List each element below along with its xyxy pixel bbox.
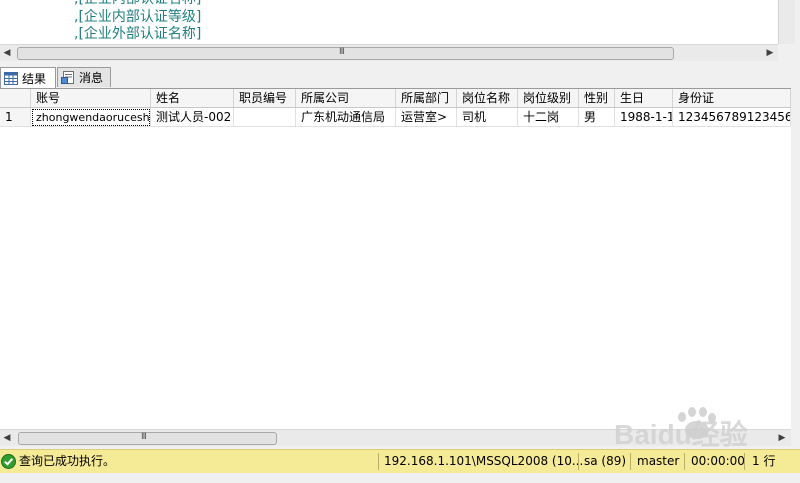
table-cell[interactable]: 12345678912345678 [673, 108, 791, 127]
status-separator [630, 453, 631, 470]
scrollbar-thumb[interactable]: III [17, 47, 674, 60]
success-check-icon [1, 454, 16, 469]
tab-messages-label: 消息 [79, 71, 104, 85]
scroll-left-icon[interactable]: ◀ [1, 47, 13, 59]
scroll-right-icon[interactable]: ▶ [776, 432, 788, 444]
column-header[interactable]: 身份证 [673, 89, 791, 107]
scroll-left-icon[interactable]: ◀ [1, 432, 13, 444]
status-bar: 查询已成功执行。 192.168.1.101\MSSQL2008 (10... … [0, 449, 800, 473]
results-tabs: 结果 消息 [0, 67, 800, 88]
tab-results-label: 结果 [22, 71, 47, 86]
column-header[interactable]: 账号 [31, 89, 151, 107]
table-cell[interactable]: 十二岗 [518, 108, 579, 127]
column-header[interactable]: 所属部门 [396, 89, 457, 107]
scrollbar-grip: III [339, 47, 345, 57]
table-row[interactable]: 1 zhongwendaoruceshi 测试人员-002 广东机动通信局 运营… [0, 108, 791, 127]
column-header[interactable]: 岗位名称 [457, 89, 518, 107]
code-line: ,[企业外部认证名称] [74, 26, 202, 42]
column-header[interactable]: 职员编号 [234, 89, 296, 107]
status-separator [684, 453, 685, 470]
tab-messages[interactable]: 消息 [57, 67, 111, 87]
message-icon [61, 71, 74, 84]
row-number[interactable]: 1 [0, 108, 31, 127]
column-header[interactable]: 姓名 [151, 89, 234, 107]
grid-header: 账号 姓名 职员编号 所属公司 所属部门 岗位名称 岗位级别 性别 生日 身份证 [0, 89, 791, 108]
status-separator [578, 453, 579, 470]
scrollbar-thumb[interactable]: III [18, 432, 277, 445]
status-elapsed: 00:00:00 [691, 454, 745, 468]
scroll-right-icon[interactable]: ▶ [764, 47, 776, 59]
table-cell[interactable]: 广东机动通信局 [296, 108, 396, 127]
status-separator [744, 453, 745, 470]
grid-vertical-scrollbar[interactable] [791, 88, 800, 445]
results-grid[interactable]: 账号 姓名 职员编号 所属公司 所属部门 岗位名称 岗位级别 性别 生日 身份证… [0, 88, 791, 430]
table-cell[interactable]: 运营室> [396, 108, 457, 127]
table-cell[interactable]: 司机 [457, 108, 518, 127]
status-row-count: 1 行 [752, 454, 776, 468]
status-server: 192.168.1.101\MSSQL2008 (10... [384, 454, 584, 468]
scrollbar-grip: III [141, 432, 147, 442]
column-header[interactable]: 岗位级别 [518, 89, 579, 107]
code-line: ,[企业内部认证等级] [74, 9, 202, 25]
column-header[interactable]: 生日 [615, 89, 673, 107]
table-cell[interactable] [234, 108, 296, 127]
column-header[interactable]: 所属公司 [296, 89, 396, 107]
table-cell[interactable]: 测试人员-002 [151, 108, 234, 127]
status-message: 查询已成功执行。 [19, 454, 116, 468]
row-number-header [0, 89, 31, 107]
table-cell[interactable]: zhongwendaoruceshi [31, 108, 151, 127]
status-database: master [637, 454, 680, 468]
table-cell[interactable]: 1988-1-1 [615, 108, 673, 127]
table-cell[interactable]: 男 [579, 108, 615, 127]
grid-horizontal-scrollbar[interactable]: ◀ III ▶ [0, 429, 791, 446]
status-user: sa (89) [584, 454, 627, 468]
query-editor[interactable]: ,[企业内部认证名称] ,[企业内部认证等级] ,[企业外部认证名称] [0, 0, 778, 44]
grid-icon [4, 71, 18, 85]
column-header[interactable]: 性别 [579, 89, 615, 107]
tab-results[interactable]: 结果 [0, 67, 56, 88]
code-line: ,[企业内部认证名称] [74, 0, 201, 8]
status-separator [378, 453, 379, 470]
editor-horizontal-scrollbar[interactable]: ◀ III ▶ [0, 44, 778, 61]
window-bottom-edge [0, 473, 800, 483]
editor-vertical-scrollbar[interactable] [778, 0, 795, 44]
